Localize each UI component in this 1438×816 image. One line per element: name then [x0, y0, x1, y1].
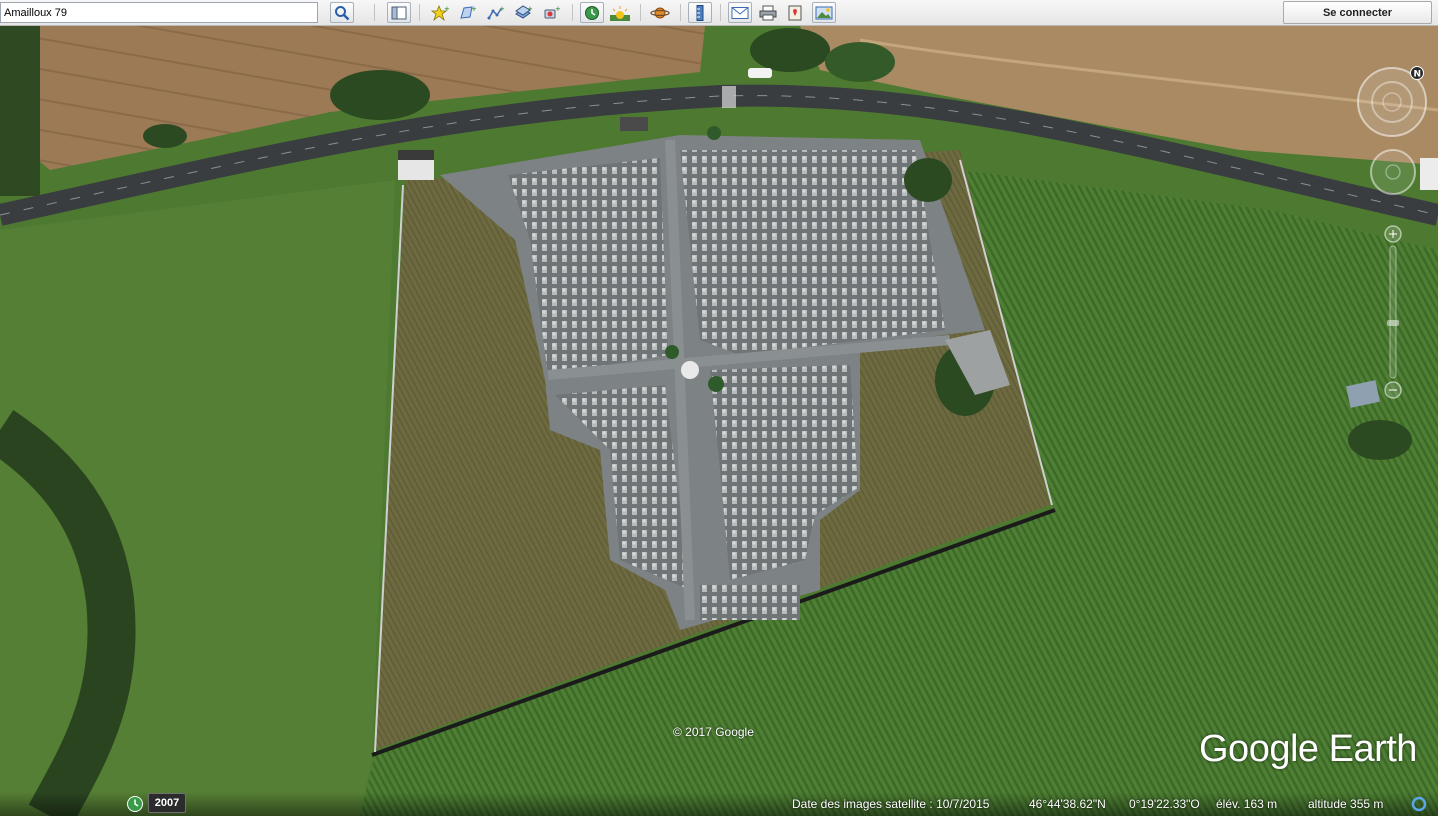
svg-text:+: +: [527, 5, 533, 13]
map-view[interactable]: N: [0, 26, 1438, 816]
historical-clock-icon[interactable]: [126, 795, 144, 813]
zoom-slider[interactable]: [1383, 224, 1403, 400]
imagery-date: Date des images satellite : 10/7/2015: [792, 797, 990, 811]
copyright-text: © 2017 Google: [673, 725, 754, 739]
sidebar-toggle-button[interactable]: [387, 2, 411, 23]
email-button[interactable]: [728, 2, 752, 23]
latitude-readout: 46°44'38.62"N: [1029, 797, 1106, 811]
historical-imagery-button[interactable]: [580, 2, 604, 23]
save-image-button[interactable]: [812, 2, 836, 23]
sign-in-button[interactable]: Se connecter: [1283, 1, 1432, 24]
maps-icon: [788, 5, 802, 20]
email-icon: [731, 6, 749, 19]
toolbar-separator: [680, 4, 681, 21]
longitude-readout: 0°19'22.33"O: [1129, 797, 1200, 811]
sunlight-button[interactable]: [608, 2, 632, 23]
save-image-icon: [815, 6, 833, 19]
print-icon: [759, 5, 777, 20]
add-polygon-button[interactable]: +: [456, 2, 480, 23]
add-placemark-button[interactable]: +: [428, 2, 452, 23]
toolbar-separator: [419, 4, 420, 21]
planet-icon: [650, 7, 670, 18]
toolbar-separator: [720, 4, 721, 21]
elevation-readout: élév. 163 m: [1216, 797, 1278, 811]
altitude-readout: altitude 355 m: [1308, 797, 1384, 811]
tour-icon: +: [544, 5, 561, 18]
record-tour-button[interactable]: +: [540, 2, 564, 23]
print-button[interactable]: [756, 2, 780, 23]
move-control[interactable]: [1369, 148, 1417, 196]
sidebar-icon: [391, 6, 407, 19]
svg-text:N: N: [1414, 70, 1422, 80]
search-icon: [335, 5, 350, 20]
svg-text:+: +: [555, 5, 561, 13]
view-in-maps-button[interactable]: [784, 2, 808, 23]
overlay-icon: +: [515, 5, 533, 19]
add-path-button[interactable]: +: [484, 2, 508, 23]
search-input[interactable]: [0, 2, 318, 23]
placemark-icon: +: [431, 4, 449, 21]
svg-text:+: +: [471, 5, 477, 13]
history-icon: [585, 5, 599, 20]
toolbar-separator: [572, 4, 573, 21]
satellite-imagery: [0, 26, 1438, 816]
add-image-overlay-button[interactable]: +: [512, 2, 536, 23]
streaming-status-icon: [1411, 796, 1427, 812]
ruler-button[interactable]: [688, 2, 712, 23]
north-compass-icon[interactable]: N: [1410, 66, 1424, 80]
search-button[interactable]: [330, 2, 354, 23]
sunlight-icon: [610, 5, 630, 21]
toolbar-separator: [640, 4, 641, 21]
toolbar: + + + + + Se connecter: [0, 0, 1438, 26]
svg-text:+: +: [444, 5, 449, 13]
google-earth-logo: Google Earth: [1199, 728, 1417, 770]
imagery-year-badge[interactable]: 2007: [148, 793, 186, 813]
ruler-icon: [696, 4, 704, 21]
svg-text:+: +: [499, 5, 505, 13]
polygon-icon: +: [460, 5, 477, 19]
switch-planet-button[interactable]: [648, 2, 672, 23]
path-icon: +: [487, 5, 505, 19]
toolbar-separator: [374, 4, 375, 21]
